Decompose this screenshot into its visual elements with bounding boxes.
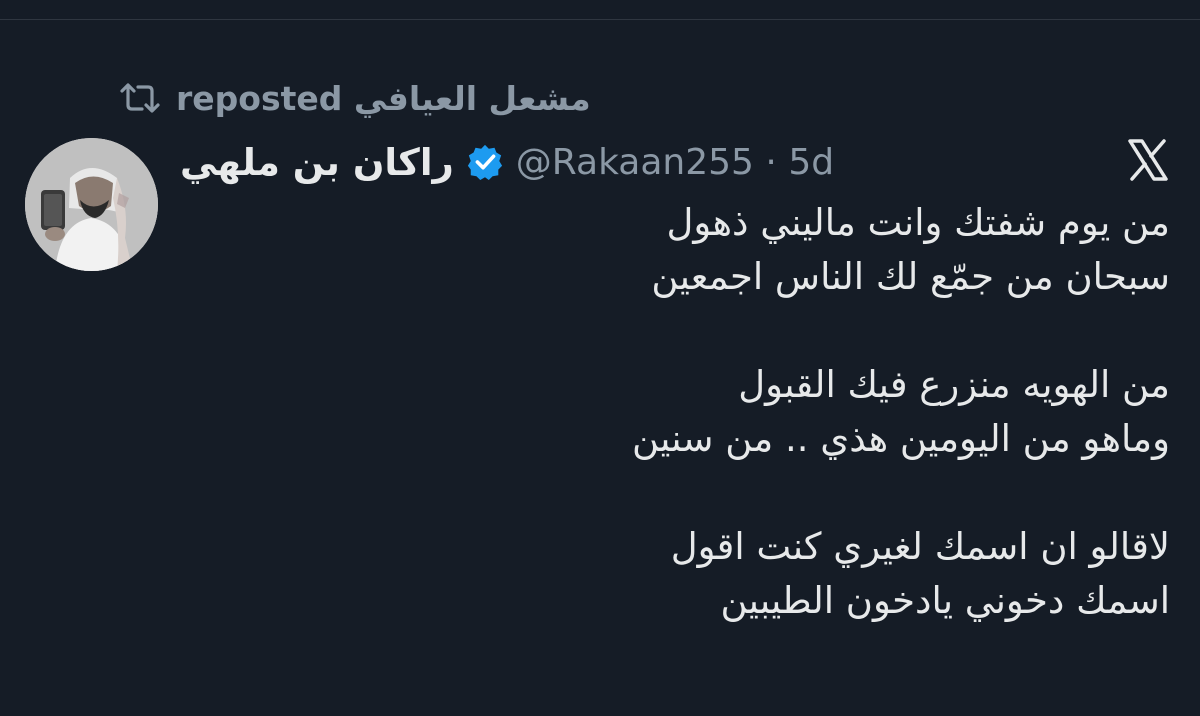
reposter-name[interactable]: مشعل العيافي	[354, 79, 591, 118]
author-handle[interactable]: @Rakaan255	[516, 142, 754, 183]
repost-indicator[interactable]: reposted مشعل العيافي	[118, 78, 591, 118]
author-display-name[interactable]: راكان بن ملهي	[180, 141, 454, 184]
meta-separator: ·	[765, 141, 777, 183]
tweet-timestamp[interactable]: 5d	[788, 142, 834, 183]
verified-badge-icon	[467, 144, 502, 181]
tweet-line-5: لاقالو ان اسمك لغيري كنت اقول	[670, 525, 1170, 568]
repost-icon	[120, 83, 160, 113]
tweet-header: راكان بن ملهي @Rakaan255 · 5d	[180, 134, 1180, 190]
repost-label-word: reposted	[176, 78, 343, 118]
repost-label: reposted مشعل العيافي	[176, 79, 591, 118]
top-divider	[0, 0, 1200, 20]
tweet-line-1: من يوم شفتك وانت ماليني ذهول	[666, 201, 1170, 244]
x-logo-icon	[1128, 139, 1168, 181]
author-handle-time: @Rakaan255 · 5d	[516, 142, 834, 183]
tweet-line-3: من الهويه منزرع فيك القبول	[738, 363, 1170, 406]
author-avatar[interactable]	[25, 138, 158, 271]
tweet-card: reposted مشعل العيافي راكان بن ملهي @Rak…	[0, 0, 1200, 716]
tweet-line-2: سبحان من جمّع لك الناس اجمعين	[651, 255, 1170, 298]
tweet-text: من يوم شفتك وانت ماليني ذهول سبحان من جم…	[270, 196, 1170, 628]
tweet-line-4: وماهو من اليومين هذي .. من سنين	[631, 417, 1170, 460]
avatar-photo	[25, 138, 158, 271]
tweet-line-6: اسمك دخوني يادخون الطيبين	[720, 579, 1170, 622]
